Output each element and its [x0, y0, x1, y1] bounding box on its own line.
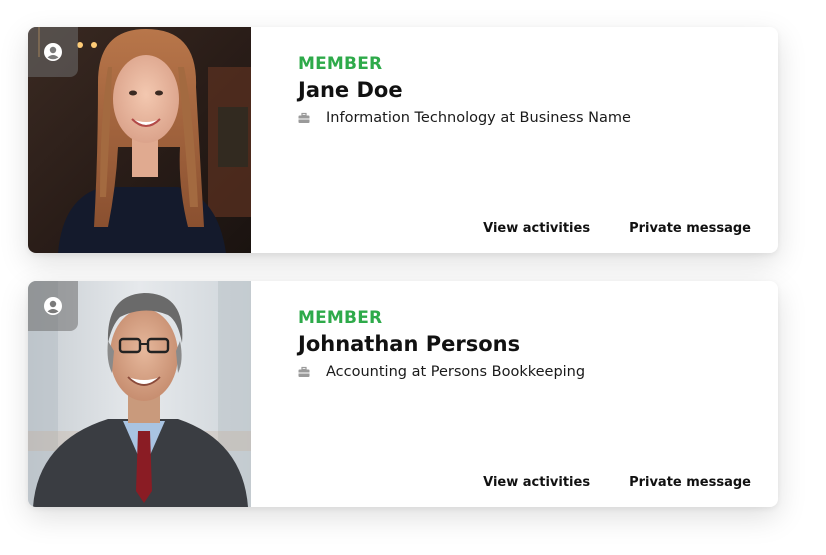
- member-info: MEMBER Johnathan Persons Accounting at P…: [251, 281, 778, 507]
- member-type-label: MEMBER: [298, 54, 383, 74]
- member-photo[interactable]: [28, 281, 251, 507]
- view-activities-link[interactable]: View activities: [483, 475, 590, 490]
- member-card: MEMBER Jane Doe Information Technology a…: [28, 27, 778, 253]
- member-type-label: MEMBER: [298, 308, 383, 328]
- member-job: Information Technology at Business Name: [298, 110, 778, 126]
- member-name[interactable]: Jane Doe: [298, 76, 778, 104]
- member-card: MEMBER Johnathan Persons Accounting at P…: [28, 281, 778, 507]
- user-circle-icon: [44, 297, 62, 315]
- briefcase-icon: [298, 112, 310, 124]
- member-name[interactable]: Johnathan Persons: [298, 330, 778, 358]
- user-circle-icon: [44, 43, 62, 61]
- user-circle-badge[interactable]: [28, 281, 78, 331]
- member-job: Accounting at Persons Bookkeeping: [298, 364, 778, 380]
- member-info: MEMBER Jane Doe Information Technology a…: [251, 27, 778, 253]
- member-actions: View activities Private message: [483, 475, 751, 490]
- member-list: MEMBER Jane Doe Information Technology a…: [0, 0, 826, 555]
- briefcase-icon: [298, 366, 310, 378]
- private-message-link[interactable]: Private message: [629, 475, 751, 490]
- member-job-text: Information Technology at Business Name: [326, 110, 631, 126]
- view-activities-link[interactable]: View activities: [483, 221, 590, 236]
- user-circle-badge[interactable]: [28, 27, 78, 77]
- member-photo[interactable]: [28, 27, 251, 253]
- member-job-text: Accounting at Persons Bookkeeping: [326, 364, 586, 380]
- private-message-link[interactable]: Private message: [629, 221, 751, 236]
- member-actions: View activities Private message: [483, 221, 751, 236]
